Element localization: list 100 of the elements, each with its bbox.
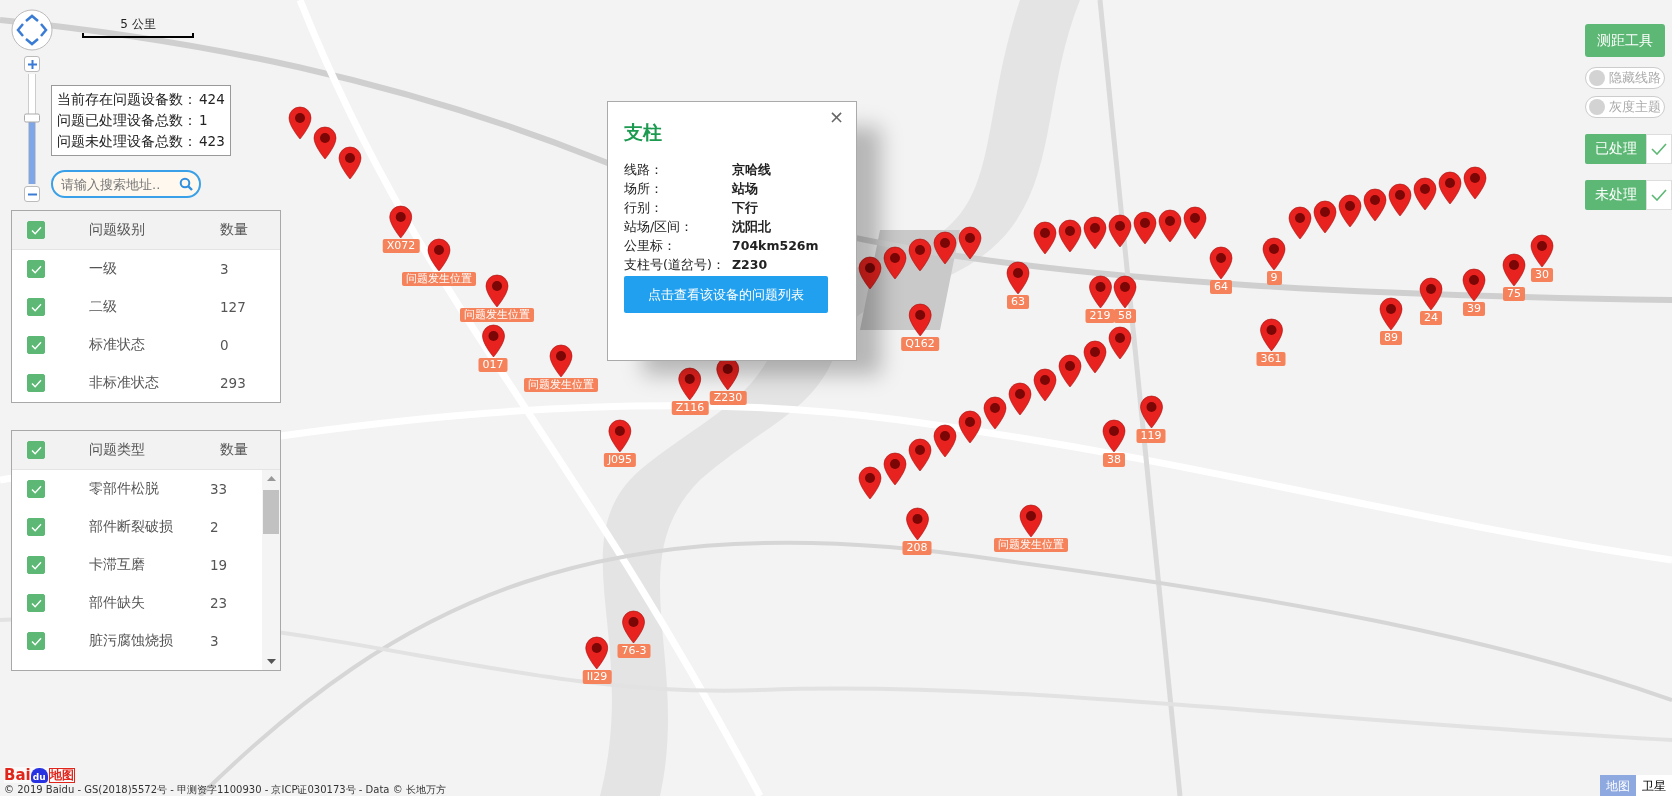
search-icon[interactable] xyxy=(179,177,193,191)
map-pin-icon[interactable] xyxy=(427,238,451,272)
check-icon xyxy=(30,225,42,235)
map-pin-icon[interactable] xyxy=(313,126,337,160)
marker-label: 76-3 xyxy=(617,644,651,658)
check-icon xyxy=(30,598,42,608)
checkbox[interactable] xyxy=(27,260,45,278)
map-pin-icon[interactable] xyxy=(883,452,907,486)
map-pin-icon[interactable] xyxy=(1139,395,1163,429)
map-pin-icon[interactable] xyxy=(1019,504,1043,538)
marker-label: 119 xyxy=(1136,429,1166,443)
map-pin-icon[interactable] xyxy=(1006,261,1030,295)
map-pin-icon[interactable] xyxy=(608,419,632,453)
map-pin-icon[interactable] xyxy=(905,507,929,541)
map-pin-icon[interactable] xyxy=(1462,268,1486,302)
map-pin-icon[interactable] xyxy=(908,438,932,472)
map-pin-icon[interactable] xyxy=(958,226,982,260)
map-pin-icon[interactable] xyxy=(1133,211,1157,245)
scrollbar-thumb[interactable] xyxy=(263,490,279,534)
checkbox[interactable] xyxy=(27,374,45,392)
map-pin-icon[interactable] xyxy=(1108,326,1132,360)
map-pin-icon[interactable] xyxy=(983,396,1007,430)
map-pin-icon[interactable] xyxy=(1438,171,1462,205)
toggle-switch[interactable]: 隐藏线路 xyxy=(1585,67,1665,89)
zoom-in-button[interactable] xyxy=(24,56,40,72)
map-pin-icon[interactable] xyxy=(1113,275,1137,309)
map-pin-icon[interactable] xyxy=(1313,200,1337,234)
map-pin-icon[interactable] xyxy=(1363,188,1387,222)
checkbox[interactable] xyxy=(27,632,45,650)
checkbox[interactable] xyxy=(27,594,45,612)
map-pin-icon[interactable] xyxy=(1502,253,1526,287)
map-pin-icon[interactable] xyxy=(1102,419,1126,453)
field-label: 公里标： xyxy=(624,237,677,255)
map-pin-icon[interactable] xyxy=(389,205,413,239)
map-pin-icon[interactable] xyxy=(1058,219,1082,253)
map-type-tab[interactable]: 地图 xyxy=(1600,775,1636,796)
measure-tool-button[interactable]: 测距工具 xyxy=(1585,24,1665,57)
close-button[interactable]: × xyxy=(828,106,844,127)
checkbox[interactable] xyxy=(27,336,45,354)
map-pin-icon[interactable] xyxy=(908,303,932,337)
map-pin-icon[interactable] xyxy=(1058,354,1082,388)
map-pin-icon[interactable] xyxy=(338,146,362,180)
field-value: 站场 xyxy=(732,180,759,198)
checkbox[interactable] xyxy=(27,480,45,498)
problem-list-button[interactable]: 点击查看该设备的问题列表 xyxy=(624,276,828,313)
map-pin-icon[interactable] xyxy=(1463,166,1487,200)
map-pin-icon[interactable] xyxy=(678,367,702,401)
stat-label: 问题未处理设备总数： xyxy=(57,132,197,151)
map-pin-icon[interactable] xyxy=(1419,277,1443,311)
map-pin-icon[interactable] xyxy=(858,256,882,290)
toggle-switch[interactable]: 灰度主题 xyxy=(1585,96,1665,118)
map-pin-icon[interactable] xyxy=(1083,340,1107,374)
scroll-down-icon[interactable] xyxy=(266,659,276,664)
scroll-up-icon[interactable] xyxy=(266,476,276,481)
map-pin-icon[interactable] xyxy=(1108,214,1132,248)
map-pin-icon[interactable] xyxy=(585,636,609,670)
map-pin-icon[interactable] xyxy=(1388,183,1412,217)
map-pin-icon[interactable] xyxy=(1183,206,1207,240)
checkbox[interactable] xyxy=(27,221,45,239)
checkbox[interactable] xyxy=(27,556,45,574)
map-pin-icon[interactable] xyxy=(883,246,907,280)
search-field[interactable]: 请输入搜索地址.. xyxy=(51,170,201,198)
row-label: 卡滞互磨 xyxy=(89,556,146,574)
map-pin-icon[interactable] xyxy=(481,324,505,358)
map-pin-icon[interactable] xyxy=(288,106,312,140)
map-pin-icon[interactable] xyxy=(933,231,957,265)
map-pin-icon[interactable] xyxy=(622,610,646,644)
check-icon xyxy=(30,445,42,455)
map-pin-icon[interactable] xyxy=(908,238,932,272)
map-type-tab[interactable]: 卫星 xyxy=(1636,775,1672,796)
checkbox[interactable] xyxy=(27,298,45,316)
zoom-out-button[interactable] xyxy=(24,186,40,202)
map-pin-icon[interactable] xyxy=(1083,216,1107,250)
map-pin-icon[interactable] xyxy=(1033,221,1057,255)
map-pin-icon[interactable] xyxy=(1262,237,1286,271)
row-count: 19 xyxy=(210,557,229,573)
map-pin-icon[interactable] xyxy=(1413,177,1437,211)
map-pin-icon[interactable] xyxy=(1088,275,1112,309)
checkbox[interactable] xyxy=(27,518,45,536)
map-pin-icon[interactable] xyxy=(958,410,982,444)
zoom-slider-thumb[interactable] xyxy=(24,113,40,123)
pan-control-icon[interactable] xyxy=(10,8,54,52)
map-pin-icon[interactable] xyxy=(549,344,573,378)
scrollbar[interactable] xyxy=(262,470,280,670)
map-pin-icon[interactable] xyxy=(1288,206,1312,240)
field-value: 704km526m xyxy=(732,237,820,255)
map-pin-icon[interactable] xyxy=(1379,297,1403,331)
map-pin-icon[interactable] xyxy=(1338,194,1362,228)
map-pin-icon[interactable] xyxy=(1033,368,1057,402)
map-pin-icon[interactable] xyxy=(933,424,957,458)
map-pin-icon[interactable] xyxy=(858,466,882,500)
checkbox[interactable] xyxy=(27,441,45,459)
map-pin-icon[interactable] xyxy=(1209,246,1233,280)
row-count: 293 xyxy=(220,375,247,391)
map-pin-icon[interactable] xyxy=(1530,234,1554,268)
map-pin-icon[interactable] xyxy=(485,274,509,308)
map-pin-icon[interactable] xyxy=(1259,318,1283,352)
map-pin-icon[interactable] xyxy=(1158,209,1182,243)
filter-label: 未处理 xyxy=(1585,180,1646,210)
map-pin-icon[interactable] xyxy=(1008,382,1032,416)
